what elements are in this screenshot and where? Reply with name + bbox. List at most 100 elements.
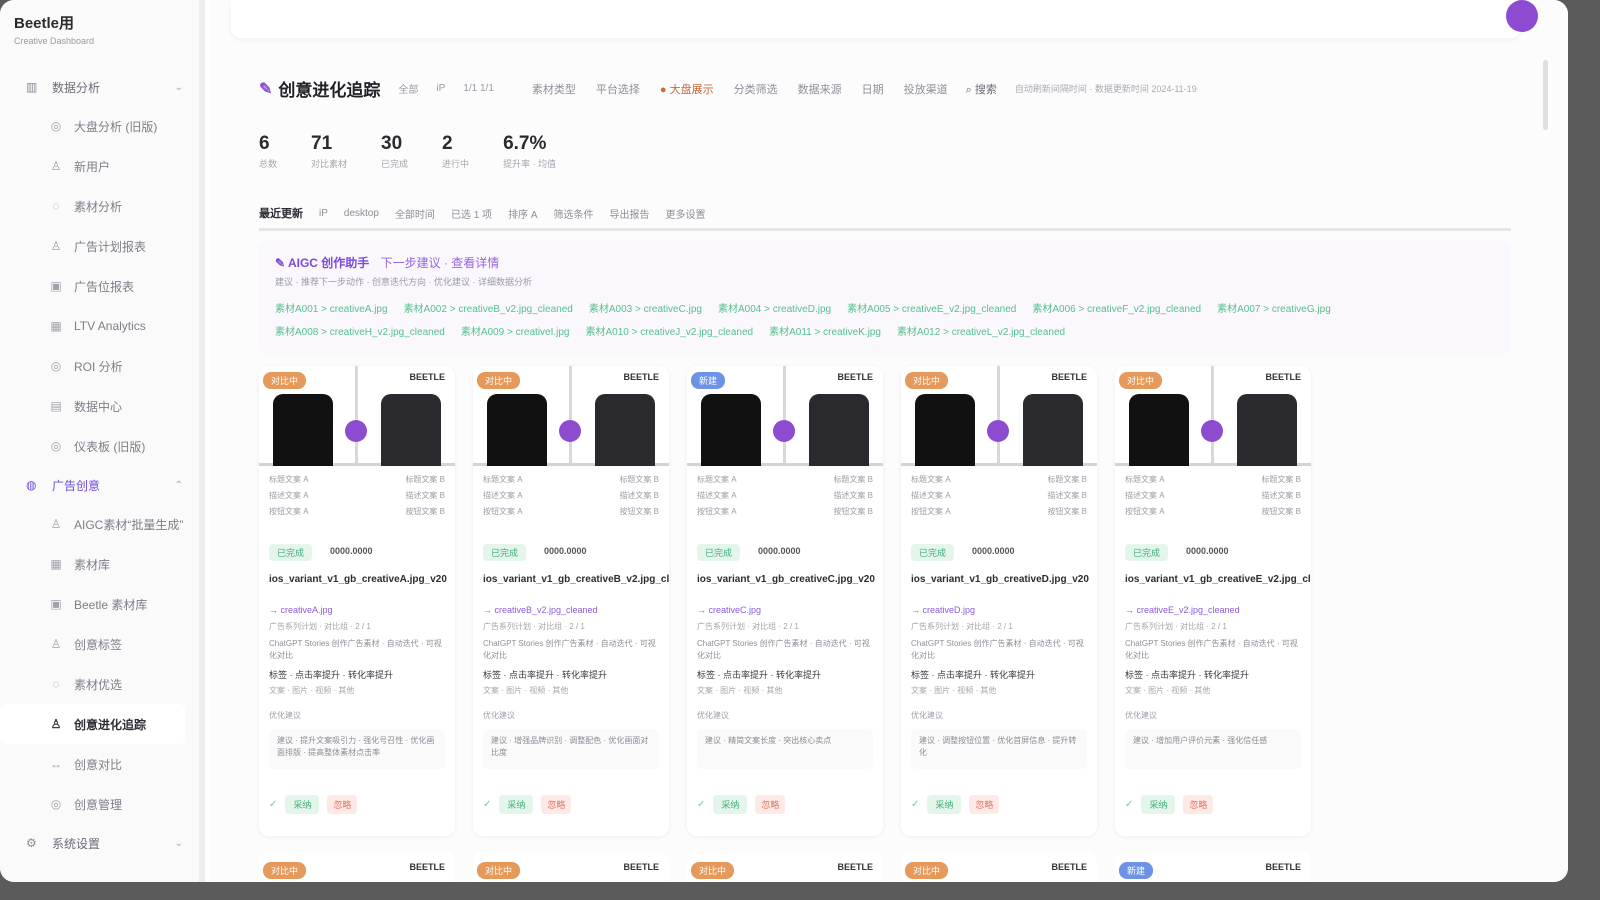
header-meta-ip[interactable]: iP (436, 83, 445, 94)
reject-button[interactable]: 忽略 (755, 795, 786, 814)
compare-row: 描述文案 A 描述文案 B (1125, 490, 1301, 506)
filter-0[interactable]: 素材类型 (532, 81, 576, 97)
sidebar-item[interactable]: ◎ ROI 分析 (0, 346, 199, 386)
suggestion-tag[interactable]: 素材A002 > creativeB_v2.jpg_cleaned (404, 300, 573, 315)
card-link[interactable]: → creativeC.jpg (687, 601, 883, 615)
suggestion-tag[interactable]: 素材A006 > creativeF_v2.jpg_cleaned (1032, 300, 1201, 315)
header-meta-all[interactable]: 全部 (398, 81, 418, 96)
search-button[interactable]: ⌕ 搜索 (966, 81, 997, 97)
creative-card[interactable]: 对比中 BEETLE (259, 852, 455, 882)
creative-card[interactable]: 对比中 BEETLE 标题文案 A 标题文案 B 描述文案 A 描述文案 B 按钮文案 A按… (901, 366, 1097, 836)
accept-button[interactable]: 采纳 (927, 795, 962, 814)
suggestion-tag[interactable]: 素材A011 > creativeK.jpg (769, 323, 881, 338)
sidebar-item-label: 创意管理 (74, 797, 123, 812)
creative-card[interactable]: 对比中 BEETLE (901, 852, 1097, 882)
compare-handle[interactable] (1201, 420, 1223, 442)
creative-card[interactable]: 对比中 BEETLE (473, 852, 669, 882)
suggestion-tag[interactable]: 素材A003 > creativeC.jpg (589, 300, 702, 315)
card-preview[interactable]: 对比中 BEETLE (473, 366, 669, 466)
sidebar-item[interactable]: ▦ LTV Analytics (0, 306, 199, 346)
creative-card[interactable]: 对比中 BEETLE 标题文案 A 标题文案 B 描述文案 A 描述文案 B 按钮文案 A按… (473, 366, 669, 836)
sidebar-item[interactable]: ↔ 创意对比 (0, 744, 199, 784)
sidebar-item[interactable]: ◎ 仪表板 (旧版) (0, 426, 199, 466)
sort-label[interactable]: 最近更新 (259, 205, 303, 221)
sidebar-item[interactable]: ♙ 广告计划报表 (0, 226, 199, 266)
creative-card[interactable]: 对比中 BEETLE (687, 852, 883, 882)
suggestion-tag[interactable]: 素材A007 > creativeG.jpg (1217, 300, 1331, 315)
suggestion-tags: 素材A001 > creativeA.jpg 素材A002 > creativeB… (275, 300, 1495, 338)
reject-button[interactable]: 忽略 (1183, 795, 1214, 814)
card-preview[interactable]: 新建 BEETLE (687, 366, 883, 466)
reject-button[interactable]: 忽略 (327, 795, 358, 814)
accept-button[interactable]: 采纳 (1141, 795, 1176, 814)
sidebar-item[interactable]: ◌ 素材优选 (0, 664, 199, 704)
sidebar-item-label: 创意进化追踪 (74, 717, 147, 732)
card-preview[interactable]: 对比中 BEETLE (1115, 366, 1311, 466)
sidebar-group-1[interactable]: ◍ 广告创意 ⌃ (0, 466, 199, 504)
suggestion-tag[interactable]: 素材A012 > creativeL_v2.jpg_cleaned (897, 323, 1065, 338)
sort-option[interactable]: 排序 A (508, 206, 537, 221)
card-preview[interactable]: 对比中 BEETLE (901, 366, 1097, 466)
filter-5[interactable]: 日期 (862, 81, 884, 97)
sort-option[interactable]: 已选 1 项 (451, 206, 492, 221)
compare-handle[interactable] (559, 420, 581, 442)
compare-row: 标题文案 A 标题文案 B (697, 474, 873, 490)
filter-3[interactable]: 分类筛选 (734, 81, 778, 97)
sidebar-group-0[interactable]: ▥ 数据分析 ⌄ (0, 68, 199, 106)
card-description: ChatGPT Stories 创作广告素材 · 自动迭代 · 可视化对比 (911, 639, 1084, 660)
sort-option[interactable]: 导出报告 (610, 206, 650, 221)
card-link[interactable]: → creativeE_v2.jpg_cleaned (1115, 601, 1311, 615)
compare-row: 描述文案 A 描述文案 B (697, 490, 873, 506)
reject-button[interactable]: 忽略 (969, 795, 1000, 814)
top-search-bar[interactable] (231, 0, 1521, 38)
creative-card[interactable]: 新建 BEETLE (1115, 852, 1311, 882)
sidebar-item[interactable]: ▤ 数据中心 (0, 386, 199, 426)
sidebar-item[interactable]: ♙ 新用户 (0, 146, 199, 186)
suggestion-tag[interactable]: 素材A010 > creativeJ_v2.jpg_cleaned (586, 323, 754, 338)
sidebar-item[interactable]: ▦ 素材库 (0, 544, 199, 584)
suggestion-link[interactable]: 下一步建议 · 查看详情 (381, 256, 500, 270)
sidebar-item[interactable]: ◌ 素材分析 (0, 186, 199, 226)
phone-preview-left (701, 394, 761, 466)
reject-button[interactable]: 忽略 (541, 795, 572, 814)
filter-1[interactable]: 平台选择 (596, 81, 640, 97)
sort-option[interactable]: 全部时间 (395, 206, 435, 221)
card-link[interactable]: → creativeA.jpg (259, 601, 455, 615)
sort-option[interactable]: 更多设置 (666, 206, 706, 221)
accept-button[interactable]: 采纳 (499, 795, 534, 814)
compare-handle[interactable] (345, 420, 367, 442)
filter-2[interactable]: ● 大盘展示 (660, 81, 714, 97)
suggestion-tag[interactable]: 素材A009 > creativeI.jpg (461, 323, 570, 338)
filter-6[interactable]: 投放渠道 (904, 81, 948, 97)
card-link[interactable]: → creativeD.jpg (901, 601, 1097, 615)
card-preview[interactable]: 对比中 BEETLE (259, 366, 455, 466)
suggestion-tag[interactable]: 素材A008 > creativeH_v2.jpg_cleaned (275, 323, 445, 338)
compare-handle[interactable] (987, 420, 1009, 442)
sidebar-item[interactable]: ▣ 广告位报表 (0, 266, 199, 306)
filter-4[interactable]: 数据来源 (798, 81, 842, 97)
creative-card[interactable]: 对比中 BEETLE 标题文案 A 标题文案 B 描述文案 A 描述文案 B 按钮文案 A按… (1115, 366, 1311, 836)
creative-card[interactable]: 对比中 BEETLE 标题文案 A 标题文案 B 描述文案 A 描述文案 B 按钮文案 A按… (259, 366, 455, 836)
creative-card[interactable]: 新建 BEETLE 标题文案 A 标题文案 B 描述文案 A 描述文案 B 按钮文案 A 按钮… (687, 366, 883, 836)
sidebar-item[interactable]: ♙ 创意进化追踪 (0, 704, 185, 744)
sidebar-group-2[interactable]: ⚙ 系统设置 ⌄ (0, 824, 199, 862)
sidebar-item[interactable]: ▣ Beetle 素材库 (0, 584, 199, 624)
suggestion-tag[interactable]: 素材A001 > creativeA.jpg (275, 300, 388, 315)
compare-handle[interactable] (773, 420, 795, 442)
sidebar-item[interactable]: ♙ AIGC素材“批量生成” (0, 504, 199, 544)
sidebar-item[interactable]: ◎ 大盘分析 (旧版) (0, 106, 199, 146)
accept-button[interactable]: 采纳 (285, 795, 320, 814)
suggestion-tag[interactable]: 素材A004 > creativeD.jpg (718, 300, 831, 315)
compare-right-text: 描述文案 B (619, 491, 659, 500)
sidebar-item[interactable]: ◎ 创意管理 (0, 784, 199, 824)
accept-button[interactable]: 采纳 (713, 795, 748, 814)
sidebar-item[interactable]: ♙ 创意标签 (0, 624, 199, 664)
scrollbar-thumb[interactable] (1543, 60, 1548, 130)
sort-option[interactable]: 筛选条件 (554, 206, 594, 221)
card-actions: ✓ 采纳 忽略 (697, 795, 786, 814)
card-link[interactable]: → creativeB_v2.jpg_cleaned (473, 601, 669, 615)
sort-option[interactable]: iP (319, 208, 328, 219)
avatar[interactable] (1506, 0, 1538, 32)
suggestion-tag[interactable]: 素材A005 > creativeE_v2.jpg_cleaned (847, 300, 1016, 315)
sort-option[interactable]: desktop (344, 208, 379, 219)
